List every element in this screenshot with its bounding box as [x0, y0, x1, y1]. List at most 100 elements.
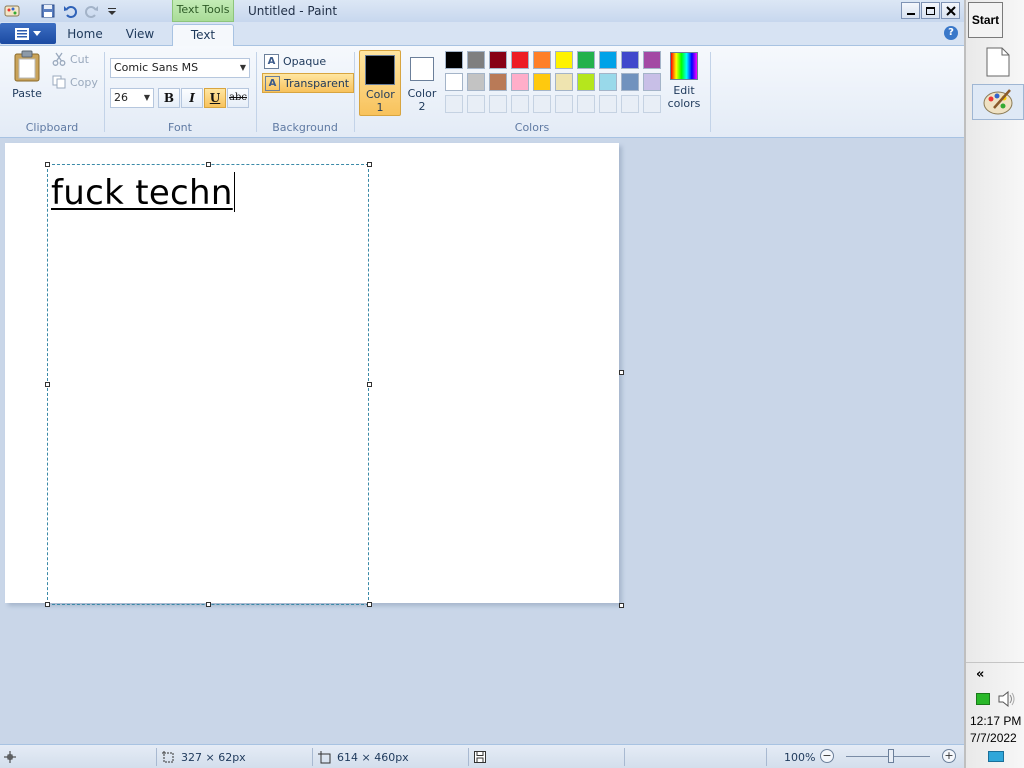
palette-color-swatch[interactable] — [577, 73, 595, 91]
status-separator — [312, 748, 313, 766]
palette-custom-slot[interactable] — [445, 95, 463, 113]
save-icon[interactable] — [40, 3, 56, 19]
tray-clock[interactable]: 12:17 PM 7/7/2022 — [970, 713, 1024, 747]
resize-handle-n[interactable] — [206, 162, 211, 167]
font-family-select[interactable]: Comic Sans MS ▼ — [110, 58, 250, 78]
taskbar-item-paint[interactable] — [972, 84, 1024, 120]
redo-icon[interactable] — [84, 3, 100, 19]
copy-button[interactable]: Copy — [52, 75, 98, 89]
resize-handle-nw[interactable] — [45, 162, 50, 167]
palette-color-swatch[interactable] — [621, 73, 639, 91]
palette-color-swatch[interactable] — [533, 51, 551, 69]
palette-custom-slot[interactable] — [577, 95, 595, 113]
palette-color-swatch[interactable] — [489, 51, 507, 69]
font-size-value: 26 — [114, 91, 128, 104]
text-tools-contextual-label: Text Tools — [172, 0, 234, 22]
palette-custom-slot[interactable] — [555, 95, 573, 113]
color1-label: Color 1 — [366, 88, 395, 114]
palette-color-swatch[interactable] — [489, 73, 507, 91]
minimize-button[interactable] — [901, 2, 920, 19]
paint-app-icon[interactable] — [4, 3, 20, 19]
taskbar-item-document[interactable] — [972, 44, 1024, 80]
drawing-canvas[interactable]: fuck techn — [5, 143, 619, 607]
palette-color-swatch[interactable] — [621, 51, 639, 69]
palette-color-swatch[interactable] — [445, 51, 463, 69]
network-icon[interactable] — [976, 693, 990, 705]
cut-button[interactable]: Cut — [52, 52, 89, 66]
palette-custom-slot[interactable] — [533, 95, 551, 113]
canvas-resize-handle-corner[interactable] — [619, 603, 624, 608]
palette-custom-slot[interactable] — [621, 95, 639, 113]
show-desktop-icon[interactable] — [988, 751, 1004, 762]
tab-text[interactable]: Text — [172, 24, 234, 46]
resize-handle-se[interactable] — [367, 602, 372, 607]
transparent-icon: A — [265, 75, 280, 91]
palette-color-swatch[interactable] — [555, 73, 573, 91]
resize-handle-s[interactable] — [206, 602, 211, 607]
customize-toolbar-icon[interactable] — [104, 3, 120, 19]
canvas-workspace[interactable]: fuck techn — [0, 138, 964, 744]
tab-home[interactable]: Home — [62, 24, 108, 46]
paint-menu-button[interactable] — [0, 23, 56, 44]
menu-icon — [15, 27, 29, 40]
palette-color-swatch[interactable] — [511, 51, 529, 69]
palette-color-swatch[interactable] — [577, 51, 595, 69]
palette-custom-slot[interactable] — [643, 95, 661, 113]
crosshair-icon — [4, 751, 16, 763]
palette-color-swatch[interactable] — [599, 73, 617, 91]
undo-icon[interactable] — [62, 3, 78, 19]
canvas-text[interactable]: fuck techn — [51, 172, 235, 213]
cut-label: Cut — [70, 52, 89, 66]
canvas-text-value: fuck techn — [51, 173, 233, 213]
strikethrough-button[interactable]: abc — [227, 88, 249, 108]
palette-color-swatch[interactable] — [643, 51, 661, 69]
opaque-button[interactable]: A Opaque — [262, 51, 330, 71]
zoom-out-button[interactable]: − — [820, 749, 834, 763]
palette-custom-slot[interactable] — [489, 95, 507, 113]
tab-view[interactable]: View — [118, 24, 162, 46]
system-tray: « 12:17 PM 7/7/2022 — [966, 662, 1024, 768]
font-size-select[interactable]: 26 ▼ — [110, 88, 154, 108]
start-button[interactable]: Start — [968, 2, 1003, 38]
palette-color-swatch[interactable] — [555, 51, 573, 69]
zoom-in-button[interactable]: + — [942, 749, 956, 763]
resize-handle-sw[interactable] — [45, 602, 50, 607]
transparent-button[interactable]: A Transparent — [262, 73, 355, 93]
canvas-resize-handle-right[interactable] — [619, 370, 624, 375]
palette-color-swatch[interactable] — [467, 51, 485, 69]
paste-button[interactable]: Paste — [8, 50, 46, 100]
edit-colors-label: Edit colors — [667, 84, 701, 110]
palette-custom-slot[interactable] — [599, 95, 617, 113]
palette-custom-slot[interactable] — [467, 95, 485, 113]
color2-label: Color 2 — [407, 87, 437, 113]
text-box[interactable]: fuck techn — [45, 162, 372, 607]
color2-button[interactable]: Color 2 — [401, 50, 443, 116]
volume-icon[interactable] — [998, 691, 1016, 707]
ribbon-separator — [710, 52, 711, 132]
resize-handle-w[interactable] — [45, 382, 50, 387]
help-icon[interactable]: ? — [944, 26, 958, 40]
background-group-label: Background — [272, 121, 338, 134]
ribbon-separator — [256, 52, 257, 132]
color1-button[interactable]: Color 1 — [359, 50, 401, 116]
palette-custom-slot[interactable] — [511, 95, 529, 113]
zoom-slider-thumb[interactable] — [888, 749, 894, 763]
edit-colors-button[interactable]: Edit colors — [666, 50, 702, 110]
status-separator — [624, 748, 625, 766]
text-caret — [233, 172, 235, 212]
tray-collapse-button[interactable]: « — [976, 667, 984, 682]
bold-button[interactable]: B — [158, 88, 180, 108]
clipboard-group-label: Clipboard — [25, 121, 79, 134]
palette-color-swatch[interactable] — [599, 51, 617, 69]
palette-color-swatch[interactable] — [643, 73, 661, 91]
underline-button[interactable]: U — [204, 88, 226, 108]
resize-handle-e[interactable] — [367, 382, 372, 387]
restore-button[interactable] — [921, 2, 940, 19]
palette-color-swatch[interactable] — [533, 73, 551, 91]
palette-color-swatch[interactable] — [511, 73, 529, 91]
palette-color-swatch[interactable] — [467, 73, 485, 91]
italic-button[interactable]: I — [181, 88, 203, 108]
close-button[interactable] — [941, 2, 960, 19]
resize-handle-ne[interactable] — [367, 162, 372, 167]
palette-color-swatch[interactable] — [445, 73, 463, 91]
